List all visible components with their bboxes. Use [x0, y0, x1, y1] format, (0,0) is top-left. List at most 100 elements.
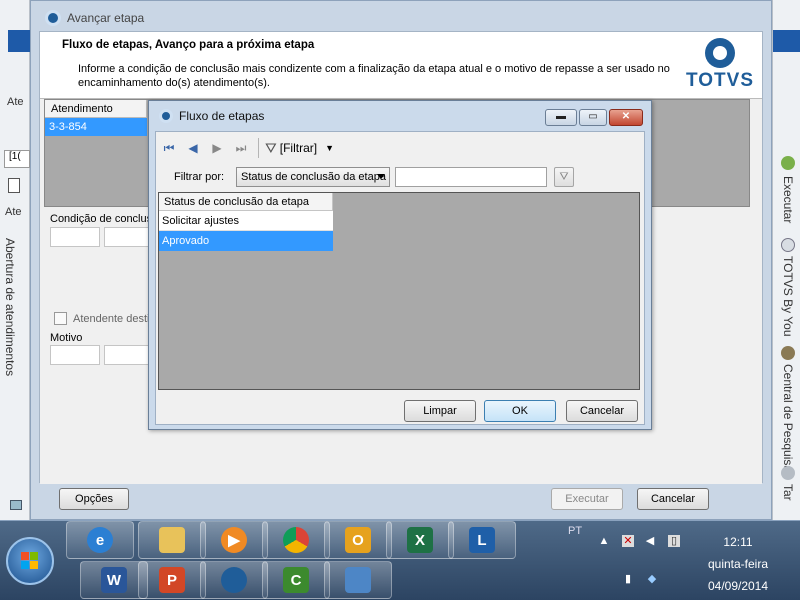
list-item[interactable]: Solicitar ajustes — [159, 211, 333, 231]
header-title: Fluxo de etapas, Avanço para a próxima e… — [62, 39, 315, 51]
next-record-icon[interactable]: ▶ — [208, 139, 226, 157]
search-icon — [781, 238, 795, 252]
first-record-icon[interactable]: ⏮ — [160, 139, 178, 157]
filter-field-select[interactable]: Status de conclusão da etapa — [236, 167, 390, 187]
previous-record-icon[interactable]: ◀ — [184, 139, 202, 157]
grid-header-status[interactable]: Status de conclusão da etapa — [159, 193, 333, 211]
cancel-button[interactable]: Cancelar — [637, 488, 709, 510]
execute-button[interactable]: Executar — [551, 488, 623, 510]
toolbar-separator — [258, 138, 259, 158]
atendente-checkbox[interactable] — [54, 312, 67, 325]
document-icon[interactable] — [8, 178, 20, 193]
last-record-icon[interactable]: ⏭ — [232, 139, 250, 157]
grid-header-atendimento[interactable]: Atendimento — [45, 100, 147, 118]
show-hidden-icons-icon[interactable]: ▲ — [598, 535, 610, 547]
filter-field-value: Status de conclusão da etapa — [241, 171, 386, 183]
excel-icon: X — [407, 527, 433, 553]
funnel-icon: ⛛ — [265, 139, 277, 156]
atendente-checkbox-label: Atendente destir — [73, 312, 154, 325]
lync-icon: L — [469, 527, 495, 553]
filter-menu-button[interactable]: ⛛ [Filtrar] ▼ — [265, 140, 334, 157]
filter-value-input[interactable] — [395, 167, 547, 187]
totvs-logo: TOTVS — [680, 38, 760, 94]
dialog-footer: Opções Executar Cancelar — [39, 483, 763, 519]
fluxo-etapas-modal: Fluxo de etapas ▬ ▭ ✕ ⏮ ◀ ▶ ⏭ ⛛ [Filtrar… — [148, 100, 652, 430]
atendente-checkbox-row[interactable]: Atendente destir — [54, 312, 153, 325]
network-signal-icon[interactable]: ▮ — [622, 573, 634, 585]
right-item-central-pesquisa[interactable]: Central de Pesquisa — [781, 364, 795, 472]
taskbar-internet-explorer[interactable]: e — [66, 521, 134, 559]
taskbar-totvs[interactable] — [200, 561, 268, 599]
remote-desktop-icon — [345, 567, 371, 593]
modal-content: ⏮ ◀ ▶ ⏭ ⛛ [Filtrar] ▼ Filtrar por: Statu… — [155, 131, 645, 425]
volume-icon[interactable]: ◀ — [644, 535, 656, 547]
language-indicator[interactable]: PT — [568, 525, 582, 537]
windows-logo-icon — [21, 552, 39, 570]
settings-icon — [781, 466, 795, 480]
start-button[interactable] — [6, 537, 54, 585]
motive-code-field[interactable] — [50, 345, 100, 365]
clock-time: 12:11 — [723, 535, 753, 549]
dialog-header: Fluxo de etapas, Avanço para a próxima e… — [40, 32, 762, 98]
right-item-totvs-by-you[interactable]: TOTVS By You — [781, 256, 795, 337]
chrome-icon — [283, 527, 309, 553]
chevron-down-icon: ▼ — [325, 143, 335, 153]
word-icon: W — [101, 567, 127, 593]
condition-label: Condição de conclusã — [50, 213, 159, 225]
device-icon[interactable]: ▯ — [668, 535, 680, 547]
right-item-tar[interactable]: Tar — [781, 484, 795, 501]
list-item-selected[interactable]: Aprovado — [159, 231, 333, 251]
taskbar-powerpoint[interactable]: P — [138, 561, 206, 599]
camtasia-icon: C — [283, 567, 309, 593]
folder-icon — [159, 527, 185, 553]
condition-desc-field[interactable] — [104, 227, 150, 247]
taskbar: e ▶ O X L W P C PT ▲ ✕ ◀ ▯ ▮ ◆ 12:11 qui… — [0, 520, 800, 600]
dialog-titlebar[interactable]: Avançar etapa — [31, 1, 771, 35]
clock-date: 04/09/2014 — [707, 579, 769, 593]
right-blue-tab[interactable] — [773, 30, 800, 52]
outlook-icon: O — [345, 527, 371, 553]
left-blue-tab[interactable] — [8, 30, 30, 52]
maximize-icon: ▭ — [588, 111, 598, 122]
abertura-atendimentos-tab[interactable]: Abertura de atendimentos — [3, 238, 17, 376]
right-item-executar[interactable]: Executar — [781, 176, 795, 223]
totvs-app-icon — [221, 567, 247, 593]
ok-button[interactable]: OK — [484, 400, 556, 422]
modal-cancel-button[interactable]: Cancelar — [566, 400, 638, 422]
minimize-icon: ▬ — [556, 111, 566, 122]
monitor-icon[interactable] — [10, 500, 22, 510]
clear-button[interactable]: Limpar — [404, 400, 476, 422]
taskbar-media-player[interactable]: ▶ — [200, 521, 268, 559]
options-button[interactable]: Opções — [59, 488, 129, 510]
dialog-title: Avançar etapa — [67, 11, 145, 25]
action-center-icon[interactable]: ✕ — [622, 535, 634, 547]
close-button[interactable]: ✕ — [609, 109, 643, 126]
filter-button-label: [Filtrar] — [279, 141, 318, 155]
close-icon: ✕ — [621, 111, 631, 122]
taskbar-chrome[interactable] — [262, 521, 330, 559]
condition-code-field[interactable] — [50, 227, 100, 247]
taskbar-camtasia[interactable]: C — [262, 561, 330, 599]
taskbar-outlook[interactable]: O — [324, 521, 392, 559]
header-description: Informe a condição de conclusão mais con… — [78, 63, 670, 89]
taskbar-lync[interactable]: L — [448, 521, 516, 559]
totvs-logo-icon — [705, 38, 735, 68]
table-row[interactable]: 3-3-854 — [45, 118, 147, 136]
totvs-app-icon — [45, 10, 61, 26]
clock[interactable]: 12:11 quinta-feira 04/09/2014 — [696, 531, 780, 597]
motive-desc-field[interactable] — [104, 345, 150, 365]
dropdown-arrow-icon — [377, 174, 385, 179]
taskbar-remote-desktop[interactable] — [324, 561, 392, 599]
dropbox-icon[interactable]: ◆ — [646, 573, 658, 585]
clock-day: quinta-feira — [707, 557, 769, 571]
minimize-button[interactable]: ▬ — [545, 109, 577, 126]
apply-filter-button[interactable]: ⛛ — [554, 167, 574, 187]
filter-by-label: Filtrar por: — [174, 171, 225, 183]
left-tab[interactable]: [1( — [4, 150, 30, 168]
taskbar-explorer[interactable] — [138, 521, 206, 559]
gear-icon — [781, 156, 795, 170]
taskbar-excel[interactable]: X — [386, 521, 454, 559]
totvs-logo-text: TOTVS — [686, 70, 754, 91]
maximize-button[interactable]: ▭ — [579, 109, 607, 126]
left-label-2: Ate — [5, 206, 22, 218]
